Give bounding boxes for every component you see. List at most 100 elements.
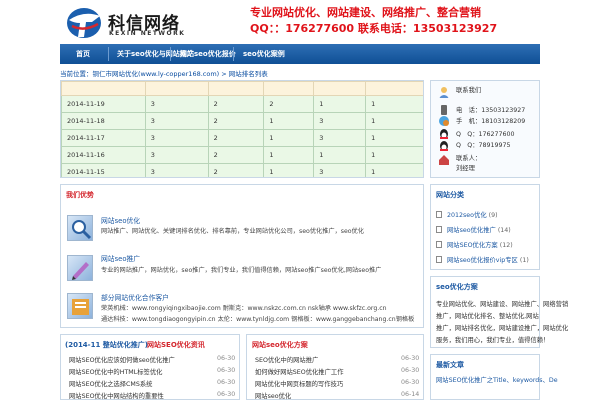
qq-icon <box>440 141 448 151</box>
breadcrumb[interactable]: 当前位置：铜仁市网站优化(www.ly-copper168.com) > 网站排… <box>60 68 268 78</box>
ranking-table: 2014-11-19 3 2 2 1 1 2014-11-18 3 2 1 3 … <box>61 81 423 177</box>
table-cell: 2014-11-19 <box>61 95 146 113</box>
pen-icon <box>67 255 93 281</box>
user-icon <box>439 87 449 98</box>
table-cell: 2 <box>207 146 265 164</box>
table-header-cell <box>313 81 367 96</box>
house-icon <box>439 155 449 165</box>
table-cell: 1 <box>263 112 315 130</box>
table-header-cell <box>207 81 265 96</box>
ranking-table-panel: 2014-11-19 3 2 2 1 1 2014-11-18 3 2 1 3 … <box>60 80 424 178</box>
magnifier-icon <box>67 215 93 241</box>
contact-qq1[interactable]: Q Q：176277600 <box>456 129 515 138</box>
category-link[interactable]: 网站SEO优化方案 (12) <box>447 240 513 249</box>
categories-title: 网站分类 <box>436 191 464 199</box>
services-panel: 我们优势 网站seo优化 网站推广、网站优化、关键词排名优化、排名靠前，专业网站… <box>60 184 424 328</box>
book-icon <box>67 293 93 319</box>
service-name[interactable]: 网站seo推广 <box>101 253 140 263</box>
table-cell: 3 <box>144 95 209 113</box>
table-header-cell <box>263 81 315 96</box>
table-cell: 3 <box>313 163 367 177</box>
document-icon <box>436 241 442 248</box>
list-item[interactable]: 网站seo优化 <box>255 391 291 400</box>
document-icon <box>436 226 442 233</box>
seo-intro-title: seo优化方案 <box>436 283 478 291</box>
logo-text-en: KEXIN NETWORK <box>109 30 186 37</box>
table-cell: 3 <box>313 112 367 130</box>
contact-panel: 联系我们 电 话：13503123927 手 机：18103128209 Q Q… <box>430 80 540 178</box>
document-icon <box>436 256 442 263</box>
header-contact: QQ：：176277600 联系电话：13503123927 <box>250 22 498 35</box>
list-item[interactable]: 网站SEO优化中的HTML标签优化 <box>69 367 162 376</box>
list-date: 06-30 <box>217 355 236 362</box>
nav-separator <box>233 47 234 61</box>
contact-person-label: 联系人： <box>456 155 482 162</box>
list-item[interactable]: SEO优化中的网站推广 <box>255 355 318 364</box>
service-desc: 网站推广、网站优化、关键词排名优化、排名靠前，专业网站优化公司，seo优化推广，… <box>101 228 364 235</box>
category-link[interactable]: 网站seo优化推广 (14) <box>447 225 511 234</box>
contact-phone: 电 话：13503123927 <box>456 107 526 114</box>
chat-icon <box>439 116 449 126</box>
list-item[interactable]: 网站SEO优化之选择CMS系统 <box>69 379 152 388</box>
list-item[interactable]: 网站优化中网页标题的写作技巧 <box>255 379 343 388</box>
list-date: 06-30 <box>217 391 236 398</box>
nav-item-home[interactable]: 首页 <box>76 44 90 64</box>
seo-intro-line: 推广，网站优化排名、整站优化,网站 <box>436 313 539 320</box>
table-cell: 2 <box>207 112 265 130</box>
recent-article-link[interactable]: 网站SEO优化推广之Title、keywords、De <box>436 375 558 384</box>
service-desc: 荣英机械：www.rongyiqingxibaojie.com 耐斯克：www.… <box>101 305 387 312</box>
table-cell: 1 <box>365 163 423 177</box>
news-left-title-prefix[interactable]: (2014-11 整站优化推广) <box>65 340 148 350</box>
nav-item-pricing[interactable]: 网站seo优化报价 <box>180 44 236 64</box>
table-cell: 1 <box>313 95 367 113</box>
table-row: 2014-11-17 3 2 1 3 1 <box>61 129 423 147</box>
nav-item-cases[interactable]: seo优化案例 <box>243 44 285 64</box>
table-row: 2014-11-19 3 2 2 1 1 <box>61 95 423 113</box>
contact-qq2[interactable]: Q Q：78919975 <box>456 140 511 149</box>
table-cell: 2 <box>207 95 265 113</box>
table-cell: 1 <box>365 146 423 164</box>
list-item[interactable]: 如何做好网站SEO优化推广工作 <box>255 367 344 376</box>
recent-panel: 最新文章 网站SEO优化推广之Title、keywords、De <box>430 354 558 400</box>
category-link[interactable]: 网站seo优化报价vip专区 (1) <box>447 255 529 264</box>
service-desc: 专业的网站推广，网站优化，seo推广，我们专业，我们值得信赖，网站seo推广se… <box>101 267 382 274</box>
list-date: 06-30 <box>217 379 236 386</box>
table-cell: 2 <box>263 95 315 113</box>
list-date: 06-30 <box>401 367 420 374</box>
categories-panel: 网站分类 2012seo优化 (9) 网站seo优化推广 (14) 网站SEO优… <box>430 184 540 270</box>
table-row: 2014-11-16 3 2 1 1 1 <box>61 146 423 164</box>
list-item[interactable]: 网站SEO优化应该如何做seo优化推广 <box>69 355 175 364</box>
main-nav: 首页 关于seo优化与网站推广 网站seo优化报价 seo优化案例 <box>60 44 540 64</box>
list-date: 06-30 <box>217 367 236 374</box>
table-cell: 1 <box>263 129 315 147</box>
list-date: 06-14 <box>401 391 420 398</box>
news-right-title[interactable]: 网站seo优化方案 <box>252 340 308 350</box>
table-cell: 2014-11-18 <box>61 112 146 130</box>
table-row: 2014-11-18 3 2 1 3 1 <box>61 112 423 130</box>
table-cell: 3 <box>144 129 209 147</box>
category-link[interactable]: 2012seo优化 (9) <box>447 210 498 219</box>
table-header-cell <box>365 81 423 96</box>
table-header-cell <box>144 81 209 96</box>
document-icon <box>436 211 442 218</box>
table-cell: 2 <box>207 129 265 147</box>
table-row: 2014-11-15 3 2 1 3 1 <box>61 163 423 177</box>
header-slogan: 专业网站优化、网站建设、网络推广、整合营销 <box>250 6 481 19</box>
table-cell: 1 <box>263 163 315 177</box>
table-header-row <box>61 81 423 96</box>
seo-intro-line: 服务，我们用心，我们专业，值得信赖！ <box>436 337 550 344</box>
seo-intro-panel: seo优化方案 专业网站优化、网站建设、网站推广、网络营销 推广，网站优化排名、… <box>430 276 568 348</box>
table-cell: 3 <box>144 112 209 130</box>
service-name[interactable]: 部分网站优化合作客户 <box>101 292 169 302</box>
list-item[interactable]: 网站SEO优化中网站结构的重要性 <box>69 391 164 400</box>
seo-intro-line: 专业网站优化、网站建设、网站推广、网络营销 <box>436 301 569 308</box>
seo-intro-line: 推广，网站排名优化，网站建设推广，网站优化 <box>436 325 569 332</box>
table-cell: 1 <box>365 129 423 147</box>
service-name[interactable]: 网站seo优化 <box>101 215 140 225</box>
table-cell: 1 <box>365 95 423 113</box>
logo[interactable]: 科信网络 KEXIN NETWORK <box>66 6 196 42</box>
contact-person-name: 刘经理 <box>456 165 475 172</box>
contact-title: 联系我们 <box>456 87 482 94</box>
news-left-title[interactable]: 网站SEO优化资讯 <box>147 340 205 350</box>
logo-mark-icon <box>67 8 101 38</box>
